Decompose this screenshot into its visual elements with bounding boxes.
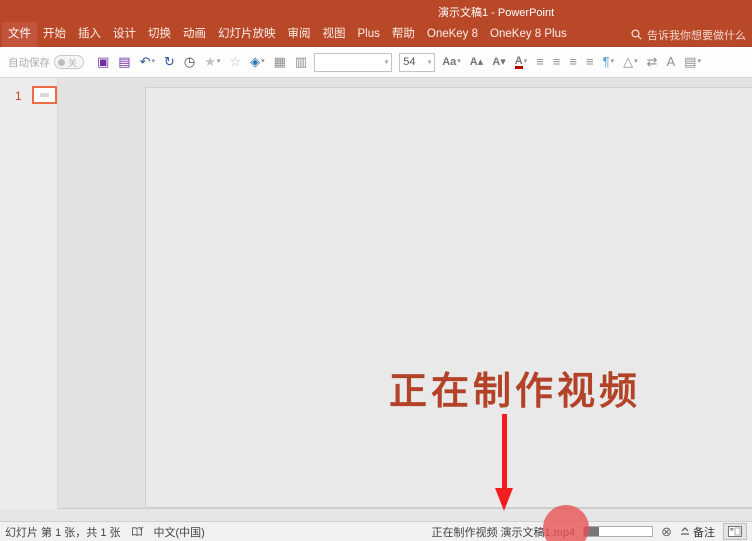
slide-area[interactable]: 正在制作视频: [145, 87, 752, 508]
autosave-control[interactable]: 自动保存 关: [8, 55, 84, 70]
save-as-icon[interactable]: ▣: [95, 53, 111, 71]
tab-animations[interactable]: 动画: [177, 22, 212, 47]
new-slide-icon[interactable]: ▦: [272, 53, 288, 71]
align-right-icon[interactable]: ≡: [567, 53, 579, 71]
normal-view-button[interactable]: [723, 523, 747, 540]
chevron-down-icon: ▾: [217, 54, 221, 70]
window-title: 演示文稿1 - PowerPoint: [438, 4, 554, 20]
ribbon-tab-bar: 文件开始插入设计切换动画幻灯片放映审阅视图Plus帮助OneKey 8OneKe…: [0, 22, 752, 47]
tab-view[interactable]: 视图: [317, 22, 352, 47]
tab-help[interactable]: 帮助: [386, 22, 421, 47]
notes-icon: [680, 527, 690, 537]
chevron-down-icon: ▾: [524, 54, 528, 70]
autosave-toggle[interactable]: 关: [54, 55, 84, 69]
chevron-down-icon: ▾: [428, 58, 432, 66]
tab-slideshow[interactable]: 幻灯片放映: [212, 22, 282, 47]
align-left-icon[interactable]: ≡: [534, 53, 546, 71]
chevron-down-icon: ▾: [697, 54, 701, 70]
notes-toggle[interactable]: 备注: [680, 524, 715, 540]
letter-a-icon[interactable]: A: [664, 53, 677, 71]
toggle-knob-icon: [58, 59, 65, 66]
powerpoint-window: 演示文稿1 - PowerPoint 文件开始插入设计切换动画幻灯片放映审阅视图…: [0, 0, 752, 541]
statusbar-right: 正在制作视频 演示文稿1.mp4 ⊗ 备注: [431, 523, 752, 540]
autosave-state: 关: [68, 56, 77, 69]
tab-insert[interactable]: 插入: [72, 22, 107, 47]
favorite-star-icon[interactable]: ★▾: [202, 53, 222, 71]
font-size-combo[interactable]: 54 ▾: [399, 53, 435, 72]
layout-icon[interactable]: ▤▾: [682, 53, 703, 71]
tab-transitions[interactable]: 切换: [142, 22, 177, 47]
textbox-icon[interactable]: ▥: [293, 53, 309, 71]
chevron-down-icon: ▾: [385, 58, 389, 66]
undo-icon[interactable]: ↶▾: [138, 53, 157, 71]
chevron-down-icon: ▾: [152, 54, 156, 70]
annotation-text: 正在制作视频: [389, 360, 641, 415]
justify-icon[interactable]: ≡: [584, 53, 596, 71]
statusbar-left: 幻灯片 第 1 张，共 1 张 中文(中国): [0, 524, 205, 540]
notes-label: 备注: [693, 524, 715, 540]
search-icon: [631, 29, 642, 40]
change-case-icon[interactable]: Aa▾: [440, 53, 463, 71]
search-placeholder: 告诉我你想要做什么: [647, 27, 746, 43]
save-icon[interactable]: ▤: [116, 53, 132, 71]
align-center-icon[interactable]: ≡: [551, 53, 563, 71]
rehearse-timer-icon[interactable]: ◷: [182, 53, 197, 71]
tab-review[interactable]: 审阅: [282, 22, 317, 47]
slide-count-indicator[interactable]: 幻灯片 第 1 张，共 1 张: [5, 524, 121, 540]
tab-plus[interactable]: Plus: [352, 22, 386, 47]
tab-file[interactable]: 文件: [2, 22, 37, 47]
tab-home[interactable]: 开始: [37, 22, 72, 47]
chevron-down-icon: ▾: [261, 54, 265, 70]
chevron-down-icon: ▾: [611, 54, 615, 70]
tab-design[interactable]: 设计: [107, 22, 142, 47]
font-size-value: 54: [403, 56, 415, 68]
chevron-down-icon: ▾: [634, 54, 638, 70]
font-color-icon[interactable]: A▾: [513, 53, 529, 71]
tab-onekey8[interactable]: OneKey 8: [421, 22, 484, 47]
text-direction-icon[interactable]: ⇄: [645, 53, 660, 71]
redo-icon[interactable]: ↻: [162, 53, 177, 71]
titlebar: 演示文稿1 - PowerPoint: [0, 0, 752, 22]
autosave-label: 自动保存: [8, 55, 50, 70]
export-progress-bar: [583, 526, 653, 537]
shrink-font-icon[interactable]: A▾: [490, 53, 507, 71]
shapes-icon[interactable]: ◈▾: [248, 53, 267, 71]
grow-font-icon[interactable]: A▴: [468, 53, 485, 71]
cancel-export-icon[interactable]: ⊗: [661, 525, 672, 538]
annotation-arrowhead-icon: [495, 488, 513, 511]
slide-thumbnail-panel: 1: [0, 78, 58, 509]
bottom-strip: [0, 509, 752, 521]
statusbar: 幻灯片 第 1 张，共 1 张 中文(中国) 正在制作视频 演示文稿1.mp4 …: [0, 521, 752, 541]
tell-me-search[interactable]: 告诉我你想要做什么: [631, 22, 746, 47]
thumbnail-placeholder: [40, 93, 49, 97]
normal-view-icon: [728, 526, 742, 537]
shape-outline-icon[interactable]: △▾: [621, 53, 640, 71]
tab-onekey8plus[interactable]: OneKey 8 Plus: [484, 22, 573, 47]
slide-thumbnail[interactable]: [32, 86, 57, 104]
language-indicator[interactable]: 中文(中国): [154, 524, 205, 540]
chevron-down-icon: ▾: [457, 54, 461, 70]
editing-canvas: 正在制作视频: [58, 78, 752, 509]
paragraph-icon[interactable]: ¶▾: [601, 53, 617, 71]
spellcheck-book-icon[interactable]: [131, 526, 144, 538]
font-name-combo[interactable]: ▾: [314, 53, 392, 72]
annotation-arrow: [502, 414, 507, 490]
quick-access-toolbar: 自动保存 关 ▣▤↶▾↻◷★▾☆◈▾▦▥ ▾ 54 ▾ Aa▾A▴A▾A▾≡≡≡…: [0, 47, 752, 78]
favorite-star-outline-icon[interactable]: ☆: [227, 53, 243, 71]
slide-number: 1: [15, 89, 22, 103]
